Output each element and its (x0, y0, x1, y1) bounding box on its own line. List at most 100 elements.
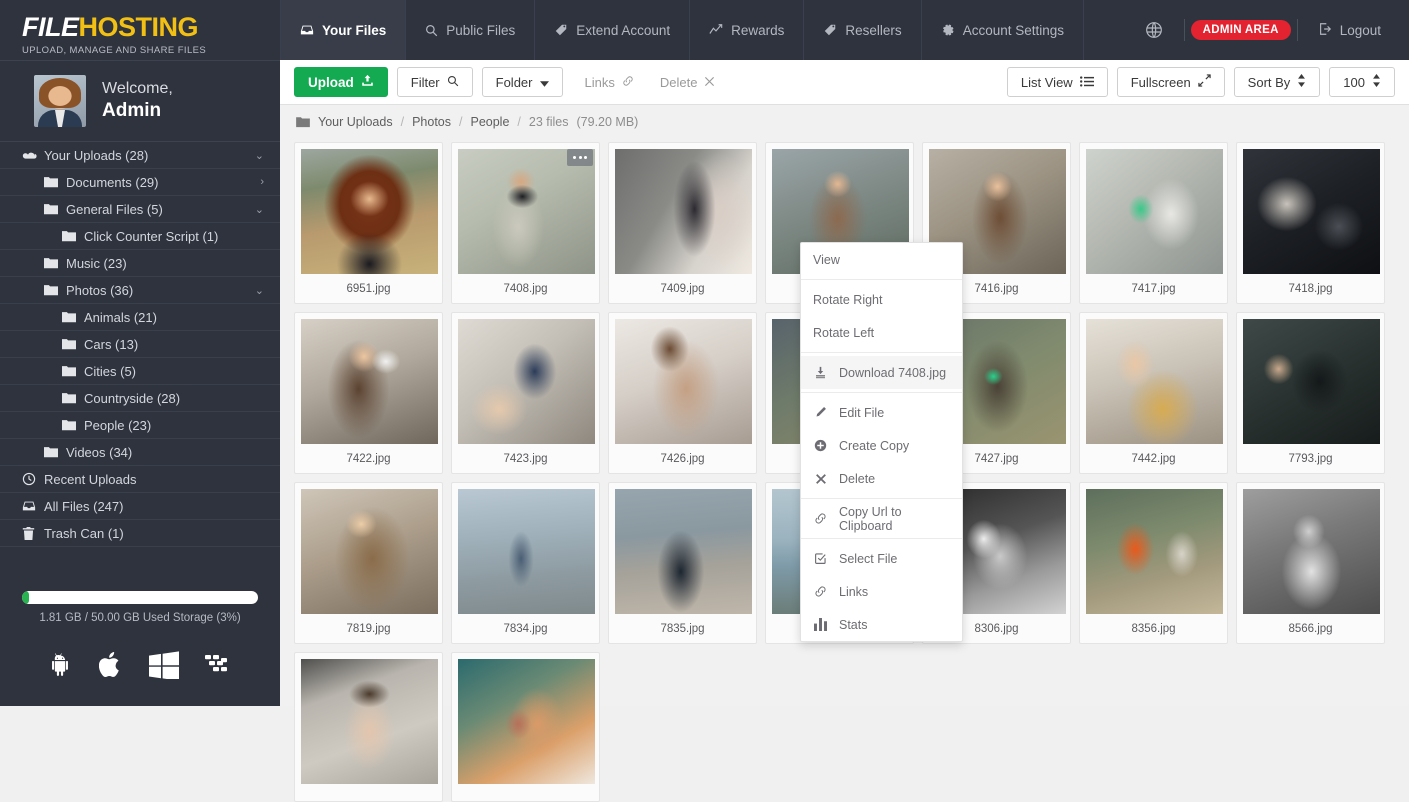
chevron-down-icon[interactable]: ⌄ (255, 149, 264, 162)
sidebar-item-documents[interactable]: Documents (29) › (0, 169, 280, 196)
sidebar-item-music[interactable]: Music (23) (0, 250, 280, 277)
sidebar-item-photos[interactable]: Photos (36) ⌄ (0, 277, 280, 304)
chevron-down-icon[interactable]: ⌄ (255, 203, 264, 216)
file-menu-button[interactable] (567, 149, 593, 166)
context-menu-item-delete[interactable]: Delete (801, 462, 962, 495)
nav-item-your-files[interactable]: Your Files (280, 0, 406, 60)
context-menu-item-download[interactable]: Download 7408.jpg (801, 356, 962, 389)
nav-item-account-settings[interactable]: Account Settings (920, 0, 1084, 60)
menu-separator (801, 538, 962, 539)
sidebar-item-label: Click Counter Script (1) (84, 228, 219, 244)
sidebar-item-people[interactable]: People (23) (0, 412, 280, 439)
breadcrumb-item-1[interactable]: Photos (412, 115, 451, 129)
sidebar-item-trash-can[interactable]: Trash Can (1) (0, 520, 280, 547)
context-menu-item-rotate-right[interactable]: Rotate Right (801, 283, 962, 316)
sidebar-item-countryside[interactable]: Countryside (28) (0, 385, 280, 412)
sidebar-item-animals[interactable]: Animals (21) (0, 304, 280, 331)
android-icon[interactable] (47, 651, 73, 679)
file-tile[interactable]: 8356.jpg (1079, 482, 1228, 644)
file-name (458, 784, 593, 801)
sort-by-button[interactable]: Sort By (1233, 67, 1321, 97)
sidebar: Welcome, Admin Your Uploads (28) ⌄ Docum… (0, 60, 280, 706)
breadcrumb: Your Uploads / Photos / People / 23 file… (280, 105, 1409, 138)
context-menu-item-copy-url[interactable]: Copy Url to Clipboard (801, 502, 962, 535)
fullscreen-button[interactable]: Fullscreen (1116, 67, 1225, 97)
nav-item-resellers[interactable]: Resellers (803, 0, 920, 60)
sidebar-item-click-counter-script[interactable]: Click Counter Script (1) (0, 223, 280, 250)
context-menu-item-select-file[interactable]: Select File (801, 542, 962, 575)
context-menu-item-rotate-left[interactable]: Rotate Left (801, 316, 962, 349)
context-menu-label: Rotate Left (813, 325, 875, 340)
context-menu-label: Download 7408.jpg (839, 365, 947, 380)
sidebar-item-label: Music (23) (66, 255, 127, 271)
sidebar-item-all-files[interactable]: All Files (247) (0, 493, 280, 520)
upload-button[interactable]: Upload (294, 67, 388, 97)
context-menu-item-edit-file[interactable]: Edit File (801, 396, 962, 429)
folder-dropdown-button[interactable]: Folder (481, 67, 563, 97)
breadcrumb-file-count: 23 files (528, 114, 569, 129)
delete-button[interactable]: Delete (646, 67, 729, 97)
sidebar-item-cars[interactable]: Cars (13) (0, 331, 280, 358)
file-thumbnail (1243, 319, 1380, 444)
brand-logo[interactable]: FILEHOSTING UPLOAD, MANAGE AND SHARE FIL… (0, 0, 280, 60)
sidebar-item-cities[interactable]: Cities (5) (0, 358, 280, 385)
breadcrumb-item-2[interactable]: People (470, 115, 509, 129)
per-page-label: 100 (1343, 74, 1365, 90)
filter-button[interactable]: Filter (396, 67, 473, 97)
sidebar-item-your-uploads[interactable]: Your Uploads (28) ⌄ (0, 142, 280, 169)
menu-separator (801, 498, 962, 499)
nav-item-rewards[interactable]: Rewards (689, 0, 803, 60)
file-tile[interactable]: 7409.jpg (608, 142, 757, 304)
plus-circle-icon (813, 439, 828, 452)
context-menu-label: Delete (839, 471, 876, 486)
file-tile[interactable]: 7422.jpg (294, 312, 443, 474)
file-tile[interactable]: 7408.jpg (451, 142, 600, 304)
file-tile[interactable]: 7835.jpg (608, 482, 757, 644)
file-tile[interactable]: 6951.jpg (294, 142, 443, 304)
blackberry-icon[interactable] (205, 651, 233, 679)
globe-icon[interactable] (1130, 20, 1178, 40)
sidebar-item-general-files[interactable]: General Files (5) ⌄ (0, 196, 280, 223)
logout-button[interactable]: Logout (1304, 22, 1391, 39)
list-view-button[interactable]: List View (1006, 67, 1108, 97)
sidebar-item-recent-uploads[interactable]: Recent Uploads (0, 466, 280, 493)
per-page-button[interactable]: 100 (1329, 67, 1395, 97)
file-tile[interactable] (451, 652, 600, 802)
file-tile[interactable]: 7417.jpg (1079, 142, 1228, 304)
file-tile[interactable]: 7819.jpg (294, 482, 443, 644)
chevron-right-icon[interactable]: › (260, 176, 264, 188)
file-tile[interactable]: 7423.jpg (451, 312, 600, 474)
chevron-down-icon[interactable]: ⌄ (255, 284, 264, 297)
admin-area-badge[interactable]: ADMIN AREA (1190, 20, 1291, 40)
file-tile[interactable]: 7793.jpg (1236, 312, 1385, 474)
apple-icon[interactable] (99, 651, 123, 679)
sidebar-item-label: Animals (21) (84, 309, 157, 325)
file-tile[interactable]: 7426.jpg (608, 312, 757, 474)
context-menu-item-view[interactable]: View (801, 243, 962, 276)
file-thumbnail (458, 149, 595, 274)
link-icon (813, 512, 828, 525)
file-thumbnail (1086, 319, 1223, 444)
file-tile[interactable]: 7834.jpg (451, 482, 600, 644)
sidebar-item-videos[interactable]: Videos (34) (0, 439, 280, 466)
file-name: 7835.jpg (660, 623, 705, 635)
menu-separator (801, 392, 962, 393)
file-tile[interactable] (294, 652, 443, 802)
links-button[interactable]: Links (571, 67, 647, 97)
windows-icon[interactable] (149, 651, 179, 679)
file-tile[interactable]: 7442.jpg (1079, 312, 1228, 474)
context-menu-item-create-copy[interactable]: Create Copy (801, 429, 962, 462)
file-tile[interactable]: 8566.jpg (1236, 482, 1385, 644)
sidebar-item-label: Photos (36) (66, 282, 134, 298)
breadcrumb-item-0[interactable]: Your Uploads (318, 115, 393, 129)
nav-item-public-files[interactable]: Public Files (405, 0, 534, 60)
context-menu-label: Edit File (839, 405, 885, 420)
sidebar-item-label: General Files (5) (66, 201, 163, 217)
nav-item-extend-account[interactable]: Extend Account (534, 0, 689, 60)
file-name: 8356.jpg (1131, 623, 1176, 635)
context-menu-item-stats[interactable]: Stats (801, 608, 962, 641)
file-tile[interactable]: 7418.jpg (1236, 142, 1385, 304)
context-menu-item-links[interactable]: Links (801, 575, 962, 608)
trash-icon (22, 526, 44, 540)
